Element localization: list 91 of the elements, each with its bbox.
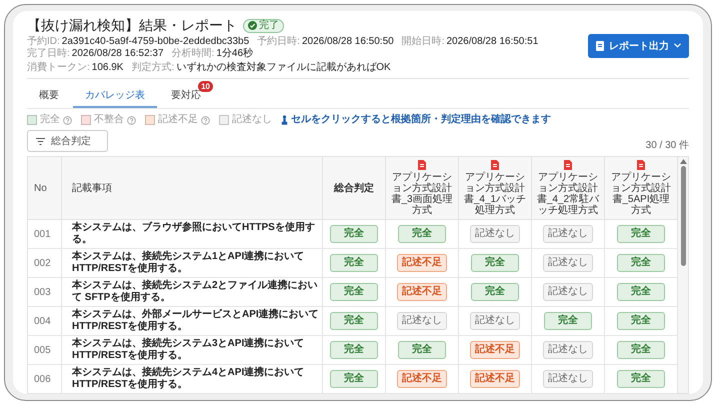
chevron-down-icon: [674, 43, 681, 48]
status-chip[interactable]: 記述なし: [543, 341, 593, 359]
page-title: 【抜け漏れ検知】結果・レポート: [27, 17, 237, 34]
status-chip[interactable]: 記述不足: [397, 283, 447, 301]
status-chip[interactable]: 完全: [617, 312, 665, 330]
meta-label: 予約日時:: [257, 36, 300, 47]
row-number: 005: [34, 344, 51, 356]
meta-value: 2026/08/28 16:50:51: [446, 36, 538, 47]
document-column-header: アプリケーション方式設計書_5API処理方式: [610, 172, 672, 216]
scrollbar[interactable]: [678, 157, 688, 393]
export-report-button[interactable]: レポート出力: [588, 34, 689, 58]
document-icon: [596, 40, 604, 50]
status-chip[interactable]: 記述なし: [543, 225, 593, 243]
requirement-text: 本システムは、外部メールサービスとAPI連携において HTTP/RESTを使用する。: [72, 309, 319, 332]
document-column-header: アプリケーション方式設計書_4_1バッチ処理方式: [462, 172, 528, 216]
status-chip[interactable]: 完全: [617, 370, 665, 388]
scroll-up-icon[interactable]: [680, 159, 686, 164]
requirement-text: 本システムは、接続先システム2とファイル連携において SFTPを使用する。: [72, 280, 318, 303]
status-chip[interactable]: 記述なし: [543, 254, 593, 272]
status-chip[interactable]: 記述なし: [543, 370, 593, 388]
row-number: 004: [34, 316, 51, 326]
meta-value: 2026/08/28 16:52:37: [72, 48, 164, 59]
legend-label: 記述不足: [158, 114, 198, 126]
row-number: 001: [34, 228, 51, 240]
meta-label: 分析時間:: [172, 48, 214, 59]
document-icon: [491, 160, 499, 170]
status-chip[interactable]: 完全: [471, 283, 519, 301]
status-chip[interactable]: 記述不足: [470, 341, 520, 359]
status-chip[interactable]: 記述なし: [470, 225, 520, 243]
legend-label: 不整合: [94, 114, 124, 126]
status-label: 完了: [259, 20, 279, 32]
result-count: 30 / 30 件: [646, 139, 689, 152]
column-header: 記載事項: [62, 157, 322, 220]
status-chip[interactable]: 完全: [544, 312, 592, 330]
tab[interactable]: 概要: [27, 81, 71, 108]
meta-label: 開始日時:: [402, 36, 444, 47]
requirement-text: 本システムは、ブラウザ参照においてHTTPSを使用する。: [72, 222, 315, 245]
meta-value: 1分46秒: [216, 48, 254, 59]
status-chip[interactable]: 完全: [398, 341, 446, 359]
status-chip[interactable]: 記述なし: [397, 312, 447, 330]
help-icon[interactable]: [127, 116, 136, 124]
status-chip[interactable]: 完全: [617, 283, 665, 301]
meta-value: いずれかの検査対象ファイルに記載があればOK: [176, 62, 391, 73]
help-icon[interactable]: [201, 116, 210, 124]
document-column-header: アプリケーション方式設計書_4_2常駐バッチ処理方式: [536, 172, 600, 216]
status-chip[interactable]: 完全: [330, 283, 378, 301]
status-chip[interactable]: 記述不足: [397, 370, 447, 388]
count-badge: 10: [198, 81, 213, 92]
status-chip[interactable]: 完全: [617, 254, 665, 272]
requirement-text: 本システムは、接続先システム3とAPI連携において HTTP/RESTを使用する。: [72, 338, 304, 361]
hint-text: セルをクリックすると根拠箇所・判定理由を確認できます: [291, 114, 551, 126]
status-chip[interactable]: 完全: [617, 225, 665, 243]
document-icon: [637, 160, 645, 170]
pointer-hand-icon: [281, 115, 288, 125]
status-chip[interactable]: 完全: [471, 254, 519, 272]
status-chip[interactable]: 完全: [330, 225, 378, 243]
requirement-text: 本システムは、接続先システム4とAPI連携において HTTP/RESTを使用する。: [72, 367, 304, 390]
filter-icon: [36, 138, 45, 144]
tab[interactable]: カバレッジ表: [73, 81, 157, 108]
document-column-header: アプリケーション方式設計書_3画面処理方式: [390, 172, 454, 216]
meta-value: 2026/08/28 16:50:50: [302, 36, 394, 47]
meta-label: 判定方式:: [131, 62, 174, 73]
meta-value: 2a391c40-5a9f-4759-b0be-2eddedbc33b5: [62, 36, 250, 47]
tab[interactable]: 要対応 10: [159, 81, 213, 108]
meta-label: 完了日時:: [27, 48, 70, 59]
help-icon[interactable]: [63, 116, 72, 124]
column-header: No: [28, 157, 62, 220]
status-chip[interactable]: 完全: [617, 341, 665, 359]
status-chip[interactable]: 完全: [330, 312, 378, 330]
row-number: 006: [34, 374, 51, 384]
check-circle-icon: [248, 21, 257, 30]
status-chip[interactable]: 完全: [330, 370, 378, 388]
status-chip[interactable]: 記述なし: [543, 283, 593, 301]
row-number: 003: [34, 286, 51, 298]
status-chip[interactable]: 完全: [330, 254, 378, 272]
document-icon: [564, 160, 572, 170]
meta-label: 消費トークン:: [27, 62, 90, 73]
status-chip[interactable]: 記述不足: [397, 254, 447, 272]
meta-label: 予約ID:: [27, 36, 60, 47]
row-number: 002: [34, 258, 51, 268]
legend-label: 完全: [40, 114, 60, 126]
column-header: 総合判定: [322, 157, 386, 220]
meta-value: 106.9K: [92, 62, 124, 73]
requirement-text: 本システムは、接続先システム1とAPI連携において HTTP/RESTを使用する。: [72, 251, 304, 274]
filter-button[interactable]: 総合判定: [27, 130, 108, 152]
status-chip[interactable]: 記述不足: [470, 370, 520, 388]
status-chip[interactable]: 完全: [398, 225, 446, 243]
status-chip[interactable]: 完全: [330, 341, 378, 359]
status-chip[interactable]: 記述なし: [470, 312, 520, 330]
legend-label: 記述なし: [232, 114, 272, 126]
document-icon: [418, 160, 426, 170]
